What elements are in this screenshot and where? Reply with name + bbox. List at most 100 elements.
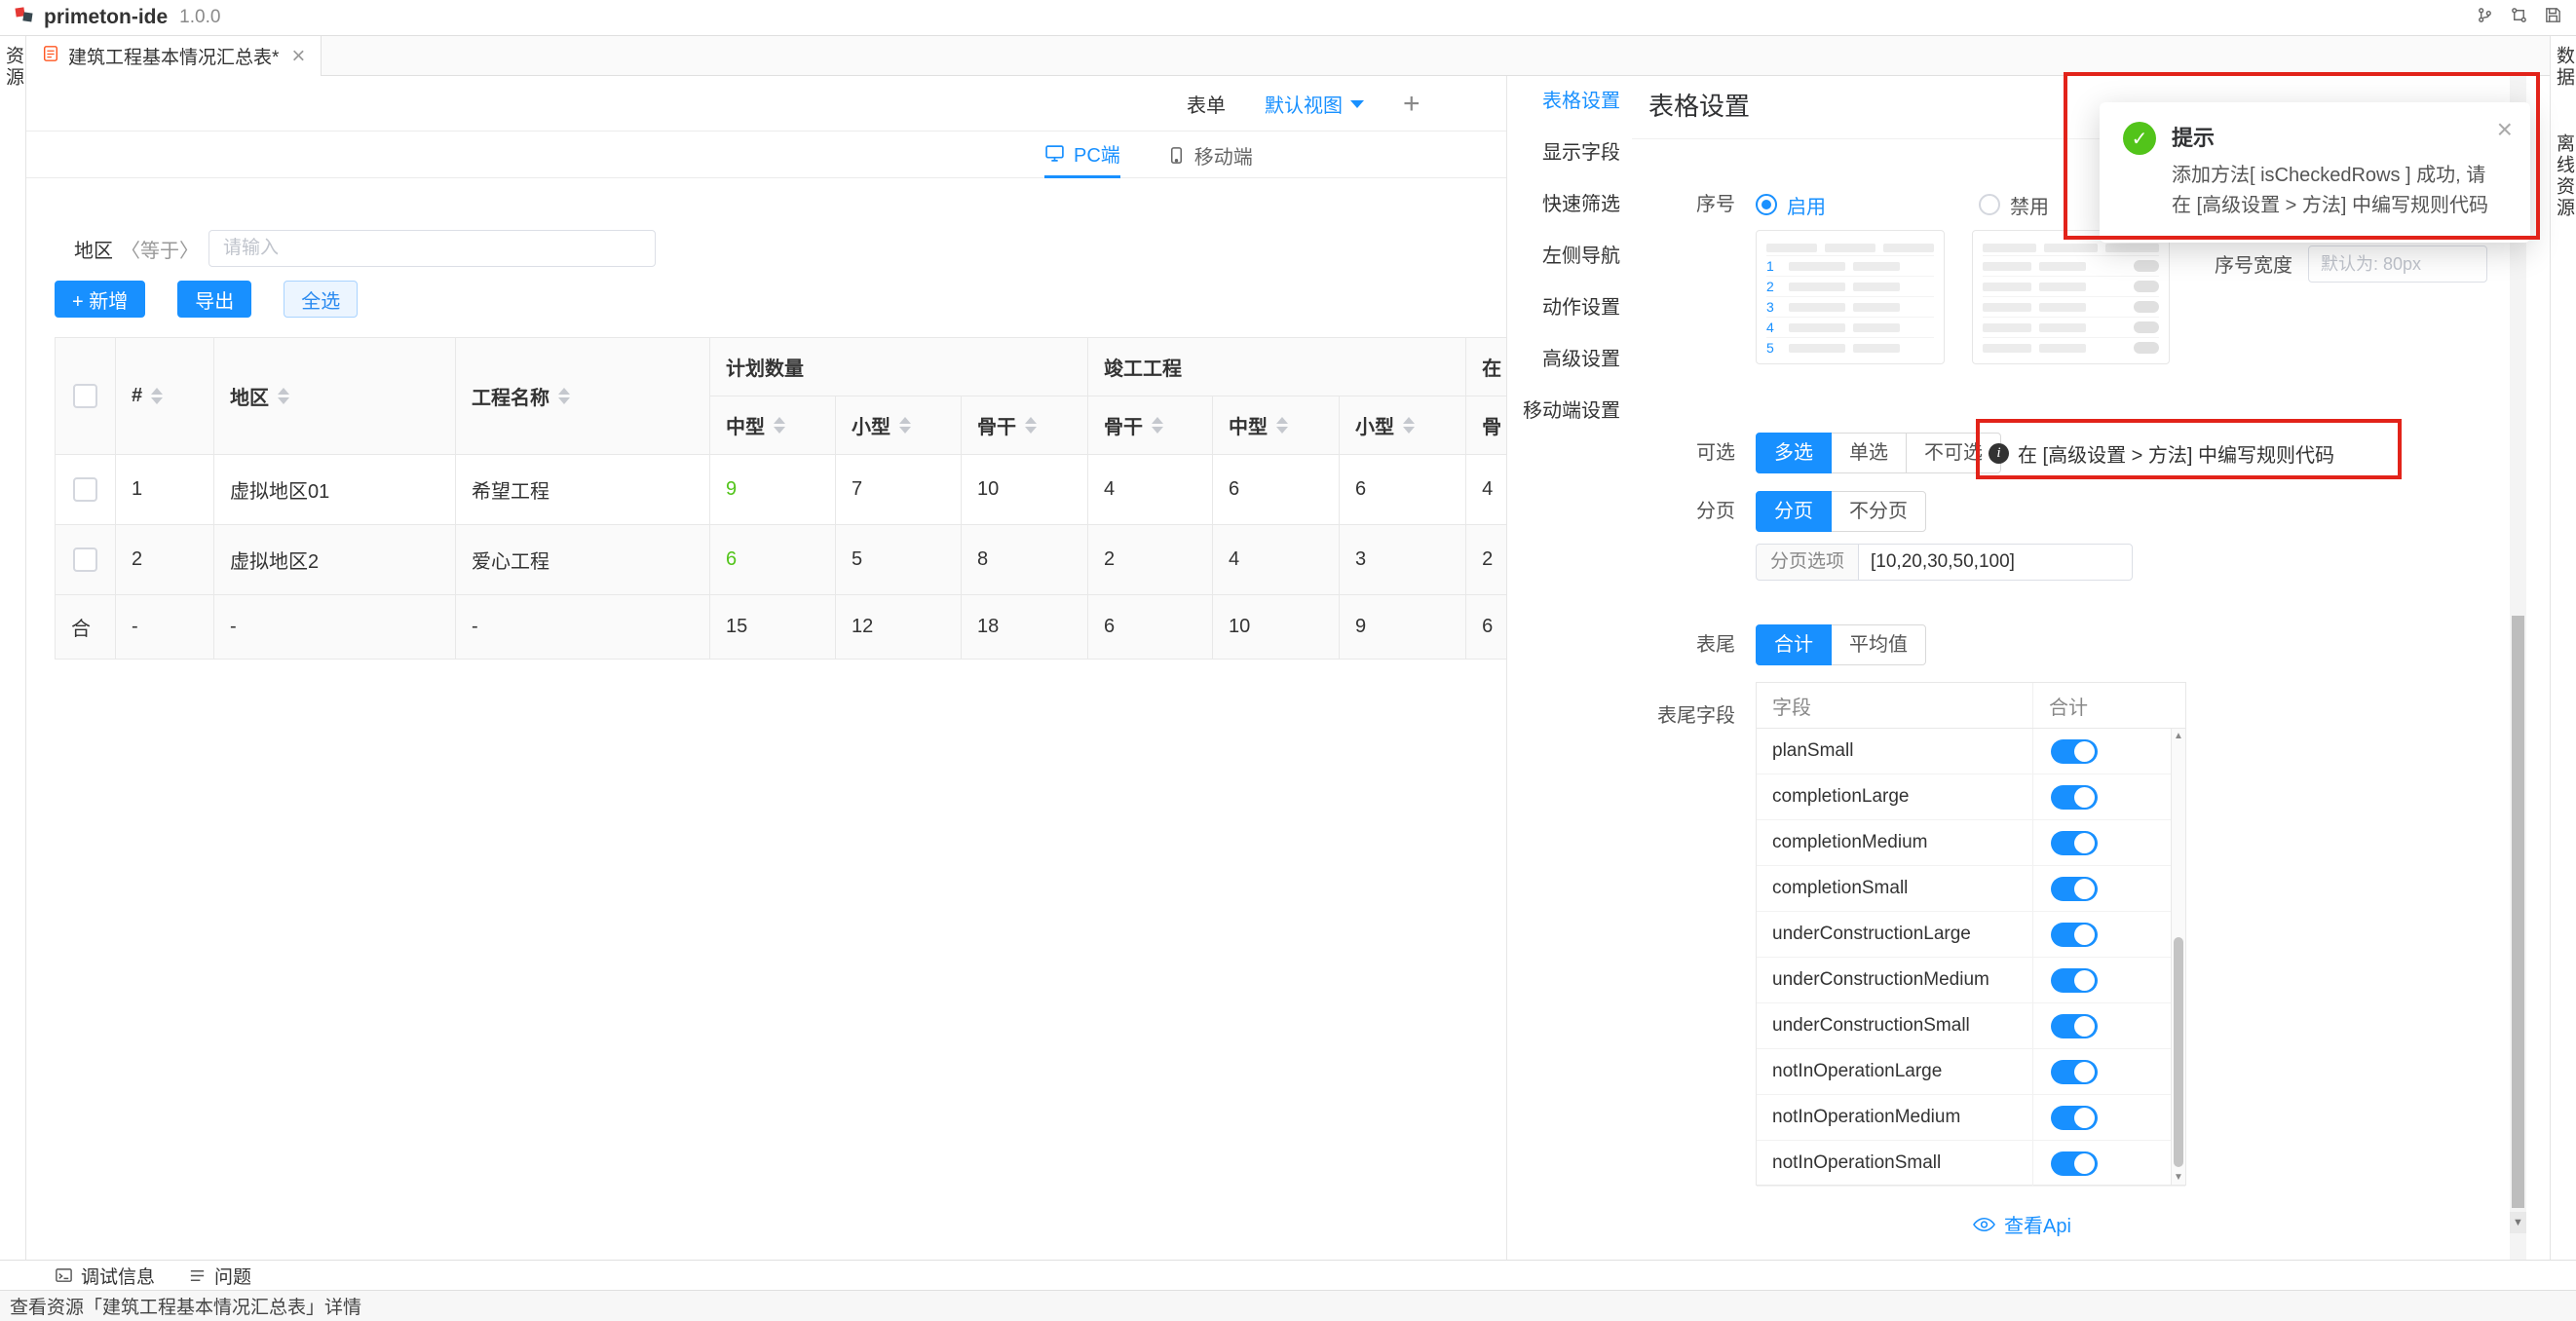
field-name: completionLarge (1757, 774, 2032, 819)
scrollbar-thumb[interactable] (2512, 616, 2524, 1208)
cell-value: 12 (836, 595, 962, 660)
option-average[interactable]: 平均值 (1831, 624, 1926, 665)
scrollbar-thumb[interactable] (2174, 937, 2183, 1167)
add-button[interactable]: + 新增 (55, 281, 145, 318)
sort-icon[interactable] (1025, 417, 1037, 434)
total-label: 合 (56, 595, 116, 660)
cell-value: 9 (710, 455, 836, 525)
pagination-options-input[interactable] (1858, 544, 2133, 581)
panel-nav-item[interactable]: 动作设置 (1507, 283, 1632, 334)
header-plan-backbone[interactable]: 骨干 (962, 396, 1088, 455)
scroll-down-icon[interactable]: ▼ (2510, 1212, 2526, 1233)
tab-pc[interactable]: PC端 (1044, 132, 1120, 178)
field-toggle[interactable] (2051, 785, 2098, 810)
toast-notification: ✓ 提示 添加方法[ isCheckedRows ] 成功, 请在 [高级设置 … (2100, 102, 2530, 243)
field-row: completionMedium (1757, 820, 2185, 866)
select-all-button[interactable]: 全选 (284, 281, 358, 318)
header-partial[interactable]: 骨 (1466, 396, 1506, 455)
export-button[interactable]: 导出 (177, 281, 251, 318)
branch-compare-icon[interactable] (2510, 6, 2528, 30)
right-rail-data-tab[interactable]: 数据 (2551, 46, 2576, 89)
panel-nav-item[interactable]: 左侧导航 (1507, 231, 1632, 283)
field-name: notInOperationLarge (1757, 1049, 2032, 1094)
field-toggle[interactable] (2051, 1151, 2098, 1176)
row-checkbox[interactable] (73, 547, 97, 572)
form-link[interactable]: 表单 (1187, 90, 1226, 118)
branch-icon[interactable] (2476, 6, 2494, 30)
tab-mobile[interactable]: 移动端 (1167, 132, 1253, 178)
fields-rows: planSmallcompletionLargecompletionMedium… (1757, 729, 2185, 1187)
sort-icon[interactable] (1403, 417, 1415, 434)
sort-icon[interactable] (1276, 417, 1288, 434)
cell-value: 10 (1213, 595, 1340, 660)
field-row: notInOperationSmall (1757, 1141, 2185, 1187)
select-all-checkbox[interactable] (73, 384, 97, 408)
view-api-link[interactable]: 查看Api (1973, 1210, 2071, 1238)
header-completion-backbone[interactable]: 骨干 (1088, 396, 1213, 455)
selectable-segmented: 多选 单选 不可选 (1756, 433, 2001, 473)
app-title: primeton-ide (44, 6, 168, 29)
header-completion-medium[interactable]: 中型 (1213, 396, 1340, 455)
header-project[interactable]: 工程名称 (456, 338, 710, 455)
panel-scrollbar[interactable]: ▼ (2510, 76, 2526, 1260)
header-region[interactable]: 地区 (214, 338, 456, 455)
fields-scrollbar[interactable]: ▲ ▼ (2171, 729, 2185, 1185)
option-none[interactable]: 不可选 (1906, 433, 2001, 473)
header-group-completion: 竣工工程 (1088, 338, 1466, 396)
field-toggle[interactable] (2051, 1014, 2098, 1038)
header-plan-small[interactable]: 小型 (836, 396, 962, 455)
problems-button[interactable]: 问题 (188, 1263, 251, 1289)
field-toggle[interactable] (2051, 923, 2098, 947)
option-paged[interactable]: 分页 (1756, 491, 1832, 532)
editor-tab[interactable]: 建筑工程基本情况汇总表* × (26, 36, 322, 76)
app-version: 1.0.0 (179, 7, 220, 28)
option-unpaged[interactable]: 不分页 (1831, 491, 1926, 532)
field-toggle[interactable] (2051, 831, 2098, 855)
filter-operator[interactable]: 〈等于〉 (121, 235, 199, 263)
sort-icon[interactable] (151, 388, 163, 404)
cell-value: 7 (836, 455, 962, 525)
sort-icon[interactable] (558, 388, 570, 404)
footer-label: 表尾 (1546, 624, 1735, 665)
view-selector[interactable]: 默认视图 (1265, 90, 1364, 118)
eye-icon (1973, 1217, 1995, 1232)
option-sum[interactable]: 合计 (1756, 624, 1832, 665)
panel-nav-item[interactable]: 显示字段 (1507, 128, 1632, 179)
panel-nav-item[interactable]: 移动端设置 (1507, 386, 1632, 437)
right-rail-offline-tab[interactable]: 离线资源 (2551, 133, 2576, 219)
sort-icon[interactable] (899, 417, 911, 434)
option-single[interactable]: 单选 (1831, 433, 1907, 473)
save-icon[interactable] (2544, 6, 2562, 30)
cell-value: - (214, 595, 456, 660)
sort-icon[interactable] (1152, 417, 1163, 434)
serial-enable-radio[interactable]: 启用 (1756, 185, 1826, 224)
sort-icon[interactable] (278, 388, 289, 404)
header-completion-small[interactable]: 小型 (1340, 396, 1466, 455)
field-toggle[interactable] (2051, 1106, 2098, 1130)
option-multi[interactable]: 多选 (1756, 433, 1832, 473)
field-name: completionMedium (1757, 820, 2032, 865)
panel-nav-item[interactable]: 高级设置 (1507, 334, 1632, 386)
sort-icon[interactable] (774, 417, 785, 434)
serial-width-input[interactable] (2308, 245, 2487, 283)
header-index[interactable]: # (116, 338, 214, 455)
serial-disable-radio[interactable]: 禁用 (1979, 185, 2049, 224)
filter-input[interactable] (208, 230, 656, 267)
field-toggle[interactable] (2051, 739, 2098, 764)
tab-close-icon[interactable]: × (291, 45, 305, 68)
row-checkbox[interactable] (73, 477, 97, 502)
field-toggle[interactable] (2051, 1060, 2098, 1084)
header-plan-medium[interactable]: 中型 (710, 396, 836, 455)
debug-info-button[interactable]: 调试信息 (55, 1263, 155, 1289)
scroll-down-icon[interactable]: ▼ (2172, 1170, 2185, 1185)
pagination-label: 分页 (1546, 491, 1735, 532)
field-toggle[interactable] (2051, 968, 2098, 993)
scroll-up-icon[interactable]: ▲ (2172, 729, 2185, 743)
field-toggle[interactable] (2051, 877, 2098, 901)
left-rail-resources-tab[interactable]: 资源 (0, 46, 26, 89)
toast-close-icon[interactable]: × (2497, 116, 2513, 143)
add-view-button[interactable]: + (1403, 90, 1421, 119)
panel-nav-item[interactable]: 表格设置 (1507, 76, 1632, 128)
phone-icon (1167, 146, 1186, 165)
cell-value: 4 (1213, 525, 1340, 595)
